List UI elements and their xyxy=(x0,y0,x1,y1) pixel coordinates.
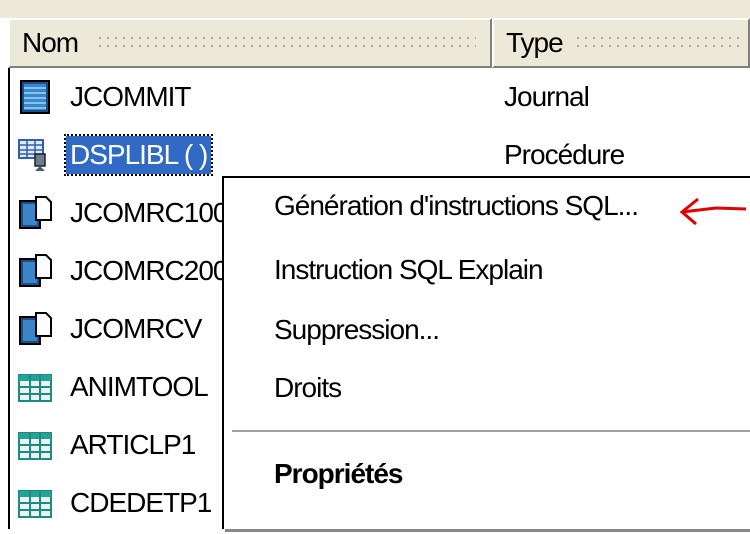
menu-item-delete[interactable]: Suppression... xyxy=(274,314,440,346)
list-item-name: ARTICLP1 xyxy=(70,429,196,460)
procedure-icon xyxy=(18,139,46,171)
table-icon xyxy=(18,490,52,518)
column-header-name-label: Nom xyxy=(22,27,79,58)
list-item-type: Journal xyxy=(504,81,590,112)
menu-item-generate-sql[interactable]: Génération d'instructions SQL... xyxy=(274,190,639,222)
journal-receiver-icon xyxy=(19,254,52,287)
header-dots xyxy=(96,34,476,52)
list-item[interactable]: JCOMMIT Journal xyxy=(10,68,750,126)
list-item-name: JCOMRC200 xyxy=(70,255,228,286)
journal-receiver-icon xyxy=(19,312,52,345)
list-item-type: Procédure xyxy=(504,139,625,170)
journal-icon xyxy=(20,80,50,114)
list-item-name: DSPLIBL ( ) xyxy=(63,134,214,176)
list-header: Nom Type xyxy=(8,18,750,68)
list-item-name: JCOMRC100 xyxy=(70,197,228,228)
list-item-name: JCOMRCV xyxy=(70,313,202,344)
list-item-name: ANIMTOOL xyxy=(70,371,209,402)
column-header-name[interactable]: Nom xyxy=(8,18,492,68)
context-menu: Génération d'instructions SQL... Instruc… xyxy=(222,176,750,529)
column-header-type[interactable]: Type xyxy=(492,18,750,68)
annotation-arrow-icon xyxy=(679,197,747,226)
table-icon xyxy=(18,432,52,460)
journal-receiver-icon xyxy=(19,196,52,229)
header-dots xyxy=(574,34,744,52)
column-header-type-label: Type xyxy=(506,27,564,58)
window-top-strip xyxy=(0,0,750,18)
list-item-name: CDEDETP1 xyxy=(70,487,212,518)
table-icon xyxy=(18,374,52,402)
menu-item-sql-explain[interactable]: Instruction SQL Explain xyxy=(274,254,544,286)
menu-item-properties[interactable]: Propriétés xyxy=(274,458,403,490)
menu-separator xyxy=(232,430,750,434)
list-item-name: JCOMMIT xyxy=(70,81,192,112)
menu-item-permissions[interactable]: Droits xyxy=(274,372,342,404)
